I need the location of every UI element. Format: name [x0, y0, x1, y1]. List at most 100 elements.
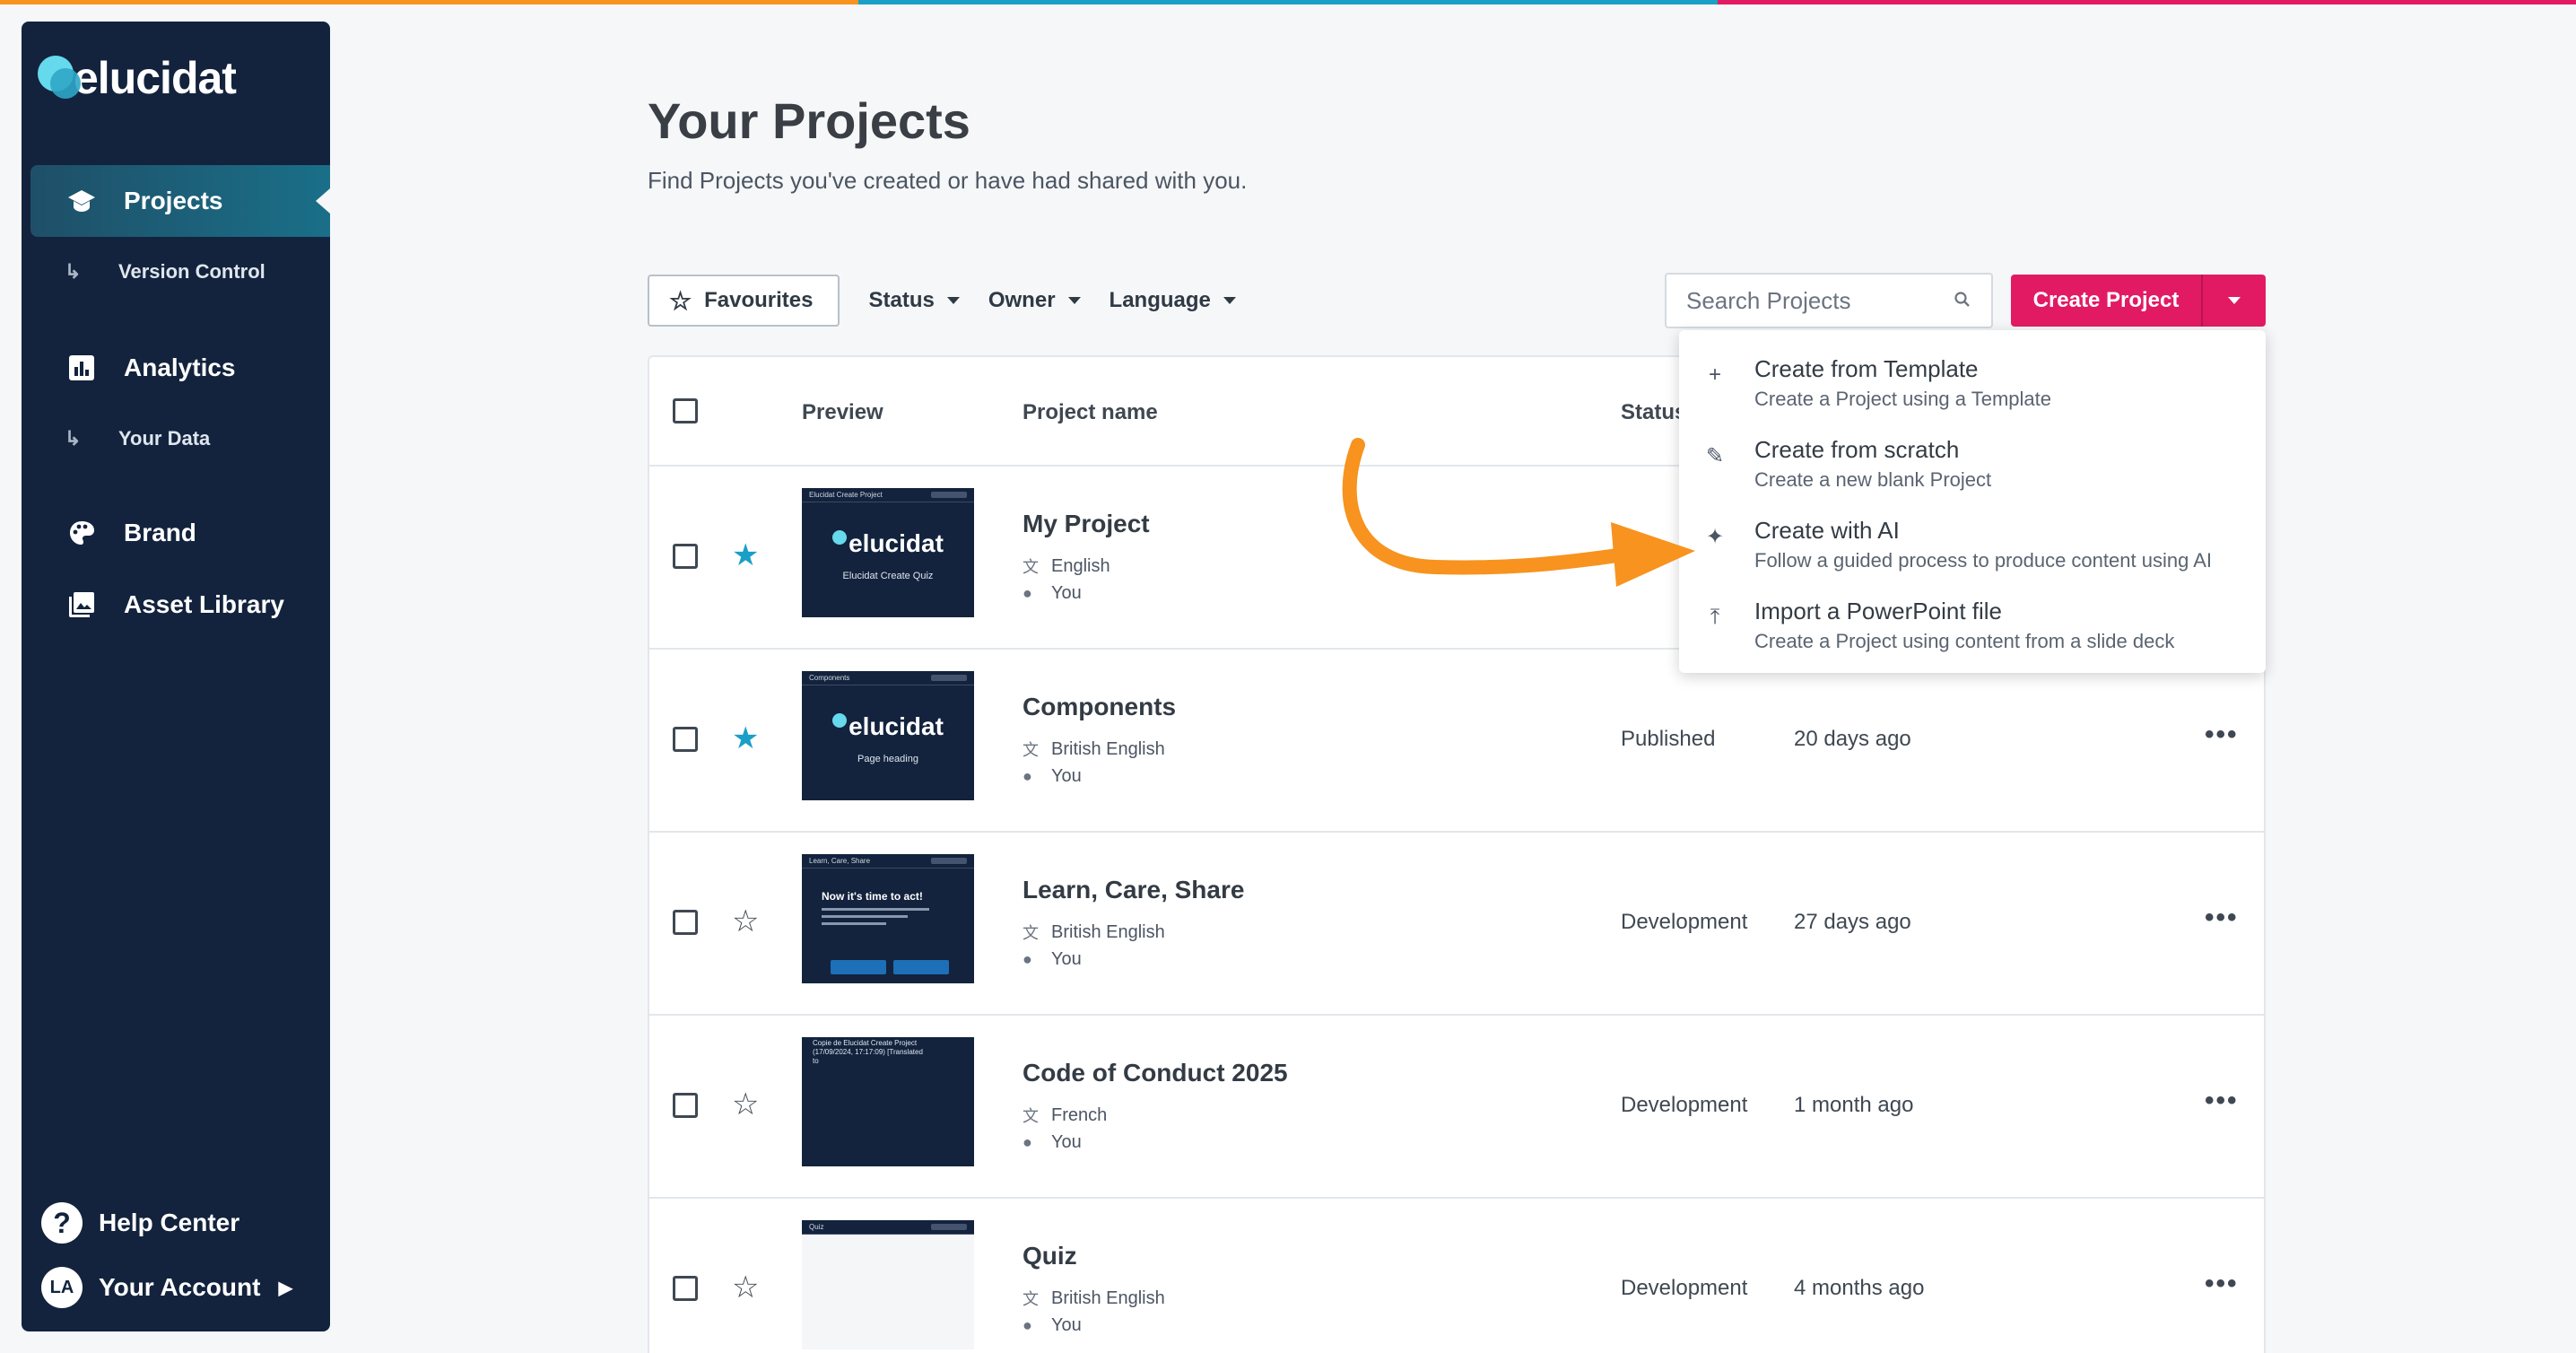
search-icon [1954, 287, 1971, 315]
table-row[interactable]: ☆ Copie de Elucidat Create Project (17/0… [649, 1016, 2264, 1199]
create-project-button[interactable]: Create Project [2011, 275, 2266, 327]
owner-value: You [1051, 949, 1082, 969]
star-filled-icon[interactable]: ★ [732, 540, 759, 571]
table-row[interactable]: ☆ Quiz Quiz 文 British English ● You Develo… [649, 1199, 2264, 1353]
row-checkbox[interactable] [673, 727, 698, 752]
more-options-icon[interactable]: ••• [2205, 903, 2239, 933]
project-thumbnail[interactable]: Learn, Care, Share Now it's time to act! [802, 854, 974, 983]
menu-item-create-from-template[interactable]: + Create from Template Create a Project … [1679, 336, 2266, 416]
person-icon: ● [1023, 950, 1032, 968]
avatar: LA [41, 1267, 83, 1308]
project-name[interactable]: Learn, Care, Share [1023, 876, 1244, 904]
language-value: English [1051, 555, 1110, 576]
thumbnail-subtitle: Now it's time to act! [822, 890, 923, 903]
logo-bubble-icon [38, 56, 83, 100]
filter-bar: ☆ Favourites Status Owner Language [648, 275, 1236, 327]
table-row[interactable]: ★ Components elucidat Page heading Compo… [649, 650, 2264, 833]
thumbnail-text-lines [822, 908, 929, 930]
row-checkbox[interactable] [673, 910, 698, 935]
header-status[interactable]: Status [1621, 400, 1686, 425]
sparkle-icon: ✦ [1705, 524, 1725, 549]
star-outline-icon[interactable]: ☆ [732, 906, 759, 937]
palette-icon [66, 518, 97, 548]
create-project-dropdown-toggle[interactable] [2203, 297, 2266, 304]
menu-item-description: Follow a guided process to produce conte… [1754, 549, 2212, 572]
project-language: 文 English [1023, 554, 1110, 578]
project-thumbnail[interactable]: Elucidat Create Project elucidat Elucida… [802, 488, 974, 617]
status-filter[interactable]: Status [868, 275, 960, 327]
thumbnail-title: Elucidat Create Project [809, 491, 883, 499]
row-checkbox[interactable] [673, 544, 698, 569]
star-filled-icon[interactable]: ★ [732, 723, 759, 754]
sidebar-item-version-control[interactable]: ↳ Version Control [65, 260, 265, 284]
row-checkbox[interactable] [673, 1093, 698, 1118]
select-all-checkbox[interactable] [673, 398, 698, 423]
person-icon: ● [1023, 1133, 1032, 1151]
menu-item-create-from-scratch[interactable]: ✎ Create from scratch Create a new blank… [1679, 416, 2266, 497]
more-options-icon[interactable]: ••• [2205, 1086, 2239, 1116]
more-options-icon[interactable]: ••• [2205, 720, 2239, 750]
project-date: 4 months ago [1794, 1276, 1925, 1300]
project-thumbnail[interactable]: Quiz [802, 1220, 974, 1349]
project-name[interactable]: Quiz [1023, 1242, 1077, 1270]
page-title: Your Projects [648, 92, 970, 149]
create-project-menu: + Create from Template Create a Project … [1679, 330, 2266, 673]
project-owner: ● You [1023, 766, 1082, 787]
translate-icon: 文 [1023, 924, 1039, 942]
thumbnail-buttons [831, 960, 949, 974]
language-filter[interactable]: Language [1110, 275, 1236, 327]
owner-filter-label: Owner [988, 288, 1056, 312]
more-options-icon[interactable]: ••• [2205, 1269, 2239, 1299]
create-project-label: Create Project [2032, 288, 2180, 312]
thumbnail-logo: elucidat [802, 529, 974, 558]
translate-icon: 文 [1023, 741, 1039, 759]
sidebar-item-brand[interactable]: Brand [30, 497, 330, 569]
project-name[interactable]: My Project [1023, 510, 1150, 538]
sidebar-item-projects[interactable]: Projects [30, 165, 330, 237]
caret-down-icon [1067, 297, 1081, 304]
star-outline-icon[interactable]: ☆ [732, 1089, 759, 1120]
your-account-menu[interactable]: LA Your Account ▶ [41, 1267, 310, 1308]
table-row[interactable]: ☆ Learn, Care, Share Now it's time to ac… [649, 833, 2264, 1016]
project-thumbnail[interactable]: Copie de Elucidat Create Project (17/09/… [802, 1037, 974, 1166]
sidebar-item-label: Analytics [124, 354, 236, 381]
project-thumbnail[interactable]: Components elucidat Page heading [802, 671, 974, 800]
person-icon: ● [1023, 1316, 1032, 1334]
owner-filter[interactable]: Owner [988, 275, 1081, 327]
language-value: British English [1051, 921, 1165, 942]
image-library-icon [66, 589, 97, 620]
page-subtitle: Find Projects you've created or have had… [648, 167, 1248, 194]
search-input[interactable]: Search Projects [1665, 273, 1993, 328]
favourites-button[interactable]: ☆ Favourites [648, 275, 840, 327]
project-owner: ● You [1023, 583, 1082, 604]
menu-item-description: Create a Project using a Template [1754, 388, 2051, 410]
row-checkbox[interactable] [673, 1276, 698, 1301]
person-icon: ● [1023, 767, 1032, 785]
sidebar-item-asset-library[interactable]: Asset Library [30, 569, 330, 641]
project-owner: ● You [1023, 949, 1082, 970]
sidebar-item-analytics[interactable]: Analytics [30, 332, 330, 404]
help-center-link[interactable]: ? Help Center [41, 1202, 239, 1244]
menu-item-import-powerpoint[interactable]: ⤒ Import a PowerPoint file Create a Proj… [1679, 578, 2266, 659]
favourites-label: Favourites [704, 288, 814, 312]
elucidat-logo[interactable]: elucidat [38, 38, 237, 118]
menu-item-create-with-ai[interactable]: ✦ Create with AI Follow a guided process… [1679, 497, 2266, 578]
caret-down-icon [1223, 297, 1236, 304]
star-outline-icon[interactable]: ☆ [732, 1272, 759, 1303]
logo-text: elucidat [74, 53, 237, 103]
translate-icon: 文 [1023, 1290, 1039, 1308]
header-project-name[interactable]: Project name [1023, 400, 1158, 425]
person-icon: ● [1023, 584, 1032, 602]
sidebar-item-label: Projects [124, 187, 223, 214]
chevron-right-icon: ▶ [278, 1278, 292, 1298]
project-name[interactable]: Code of Conduct 2025 [1023, 1059, 1288, 1087]
sidebar: elucidat Projects ↳ Version Control Anal… [22, 22, 330, 1331]
translate-icon: 文 [1023, 558, 1039, 576]
sidebar-item-your-data[interactable]: ↳ Your Data [65, 427, 210, 450]
search-placeholder: Search Projects [1686, 286, 1851, 314]
thumbnail-title: Copie de Elucidat Create Project (17/09/… [813, 1039, 923, 1065]
project-date: 20 days ago [1794, 727, 1911, 751]
thumbnail-logo: elucidat [802, 712, 974, 741]
project-name[interactable]: Components [1023, 693, 1176, 721]
thumbnail-title: Components [809, 674, 850, 682]
